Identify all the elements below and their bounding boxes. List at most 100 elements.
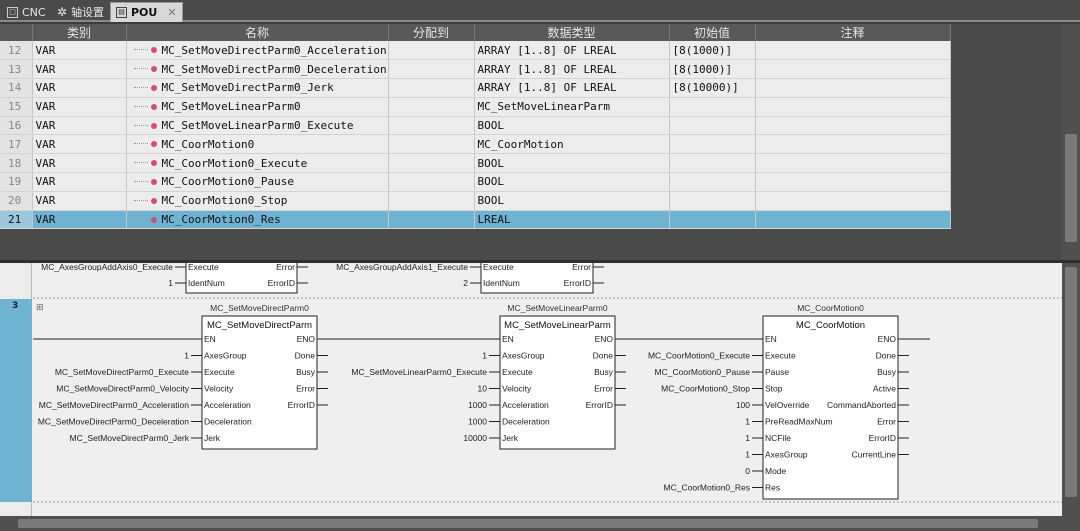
tab-axis-settings[interactable]: ✲ 轴设置 [52,2,109,22]
datatype-cell[interactable]: BOOL [474,116,670,136]
initial-value-cell[interactable] [669,97,756,117]
assign-cell[interactable] [388,59,475,80]
assign-cell[interactable] [388,191,475,211]
datatype-cell[interactable]: BOOL [474,172,670,192]
table-header: 类别 名称 分配到 数据类型 初始值 注释 [0,24,951,41]
assign-cell[interactable] [388,134,475,155]
initial-value-cell[interactable] [669,191,756,211]
category-cell[interactable]: VAR [32,116,127,136]
datatype-cell[interactable]: ARRAY [1..8] OF LREAL [474,59,670,80]
column-header-name[interactable]: 名称 [126,24,389,41]
datatype-cell[interactable]: ARRAY [1..8] OF LREAL [474,41,670,61]
assign-cell[interactable] [388,97,475,117]
table-row[interactable]: 21 VAR MC_CoorMotion0_Res LREAL [0,210,951,230]
row-number: 18 [0,153,33,174]
table-row[interactable]: 14 VAR MC_SetMoveDirectParm0_Jerk ARRAY [1.… [0,78,951,98]
datatype-cell[interactable]: MC_SetMoveLinearParm [474,97,670,117]
table-row[interactable]: 12 VAR MC_SetMoveDirectParm0_Acceleration A… [0,41,951,61]
input-pin: Deceleration [204,417,252,427]
block-instance-name: MC_SetMoveLinearParm0 [507,303,607,313]
ladder-horizontal-scrollbar[interactable] [0,516,1062,531]
table-vertical-scrollbar[interactable] [1062,24,1080,260]
initial-value-cell[interactable] [669,172,756,192]
input-pin: Velocity [204,384,234,394]
category-cell[interactable]: VAR [32,172,127,192]
column-header-assign[interactable]: 分配到 [388,24,475,41]
initial-value-cell[interactable]: [8(1000)] [669,41,756,61]
name-cell[interactable]: MC_CoorMotion0_Res [126,210,389,230]
column-header-category[interactable]: 类别 [32,24,127,41]
name-cell[interactable]: MC_CoorMotion0 [126,134,389,155]
assign-cell[interactable] [388,153,475,174]
category-cell[interactable]: VAR [32,78,127,98]
datatype-cell[interactable]: MC_CoorMotion [474,134,670,155]
comment-cell[interactable] [755,78,951,98]
table-row[interactable]: 15 VAR MC_SetMoveLinearParm0 MC_SetMoveLine… [0,97,951,117]
pou-editor-window: □ CNC ✲ 轴设置 ▤ POU ✕ 类别 名称 分配到 数据类型 初始值 注… [0,0,1080,531]
datatype-cell[interactable]: BOOL [474,153,670,174]
comment-cell[interactable] [755,59,951,80]
category-cell[interactable]: VAR [32,134,127,155]
category-cell[interactable]: VAR [32,210,127,230]
name-cell[interactable]: MC_SetMoveDirectParm0_Deceleration [126,59,389,80]
category-cell[interactable]: VAR [32,97,127,117]
input-variable: 1 [745,433,750,443]
table-row[interactable]: 18 VAR MC_CoorMotion0_Execute BOOL [0,153,951,174]
comment-cell[interactable] [755,210,951,230]
initial-value-cell[interactable] [669,153,756,174]
initial-value-cell[interactable] [669,116,756,136]
initial-value-cell[interactable] [669,134,756,155]
datatype-cell[interactable]: LREAL [474,210,670,230]
initial-value-cell[interactable]: [8(1000)] [669,59,756,80]
row-number: 12 [0,41,33,61]
datatype-cell[interactable]: ARRAY [1..8] OF LREAL [474,78,670,98]
category-cell[interactable]: VAR [32,41,127,61]
assign-cell[interactable] [388,172,475,192]
column-header-datatype[interactable]: 数据类型 [474,24,670,41]
comment-cell[interactable] [755,191,951,211]
comment-cell[interactable] [755,116,951,136]
category-cell[interactable]: VAR [32,59,127,80]
collapse-icon: ⊞ [36,302,44,312]
category-cell[interactable]: VAR [32,191,127,211]
tab-cnc[interactable]: □ CNC [2,2,51,22]
comment-cell[interactable] [755,172,951,192]
assign-cell[interactable] [388,210,475,230]
scrollbar-thumb[interactable] [1065,267,1077,497]
name-cell[interactable]: MC_SetMoveDirectParm0_Acceleration [126,41,389,61]
comment-cell[interactable] [755,41,951,61]
close-icon[interactable]: ✕ [167,6,176,19]
initial-value-cell[interactable] [669,210,756,230]
table-row[interactable]: 19 VAR MC_CoorMotion0_Pause BOOL [0,172,951,192]
scrollbar-thumb[interactable] [18,519,1038,528]
table-row[interactable]: 20 VAR MC_CoorMotion0_Stop BOOL [0,191,951,211]
name-cell[interactable]: MC_SetMoveDirectParm0_Jerk [126,78,389,98]
tab-pou[interactable]: ▤ POU ✕ [110,2,183,22]
ladder-canvas[interactable]: ⊞ MC_AxesGroupAddAxis0_Execute Execute 1 Ide… [0,260,1062,516]
category-cell[interactable]: VAR [32,153,127,174]
name-cell[interactable]: MC_SetMoveLinearParm0 [126,97,389,117]
assign-cell[interactable] [388,78,475,98]
table-row[interactable]: 13 VAR MC_SetMoveDirectParm0_Deceleration A… [0,59,951,80]
assign-cell[interactable] [388,116,475,136]
datatype-cell[interactable]: BOOL [474,191,670,211]
table-row[interactable]: 17 VAR MC_CoorMotion0 MC_CoorMotion [0,134,951,155]
tree-connector [133,61,148,70]
name-cell[interactable]: MC_CoorMotion0_Execute [126,153,389,174]
table-row[interactable]: 16 VAR MC_SetMoveLinearParm0_Execute BOOL [0,116,951,136]
name-cell[interactable]: MC_CoorMotion0_Pause [126,172,389,192]
name-cell[interactable]: MC_SetMoveLinearParm0_Execute [126,116,389,136]
rung-selection[interactable] [0,299,32,502]
input-variable: 1 [482,351,487,361]
column-header-comment[interactable]: 注释 [755,24,951,41]
scrollbar-thumb[interactable] [1065,134,1077,242]
name-cell[interactable]: MC_CoorMotion0_Stop [126,191,389,211]
comment-cell[interactable] [755,153,951,174]
column-header-row-number [0,24,33,41]
comment-cell[interactable] [755,134,951,155]
comment-cell[interactable] [755,97,951,117]
ladder-vertical-scrollbar[interactable] [1062,263,1080,531]
assign-cell[interactable] [388,41,475,61]
initial-value-cell[interactable]: [8(10000)] [669,78,756,98]
column-header-initial-value[interactable]: 初始值 [669,24,756,41]
